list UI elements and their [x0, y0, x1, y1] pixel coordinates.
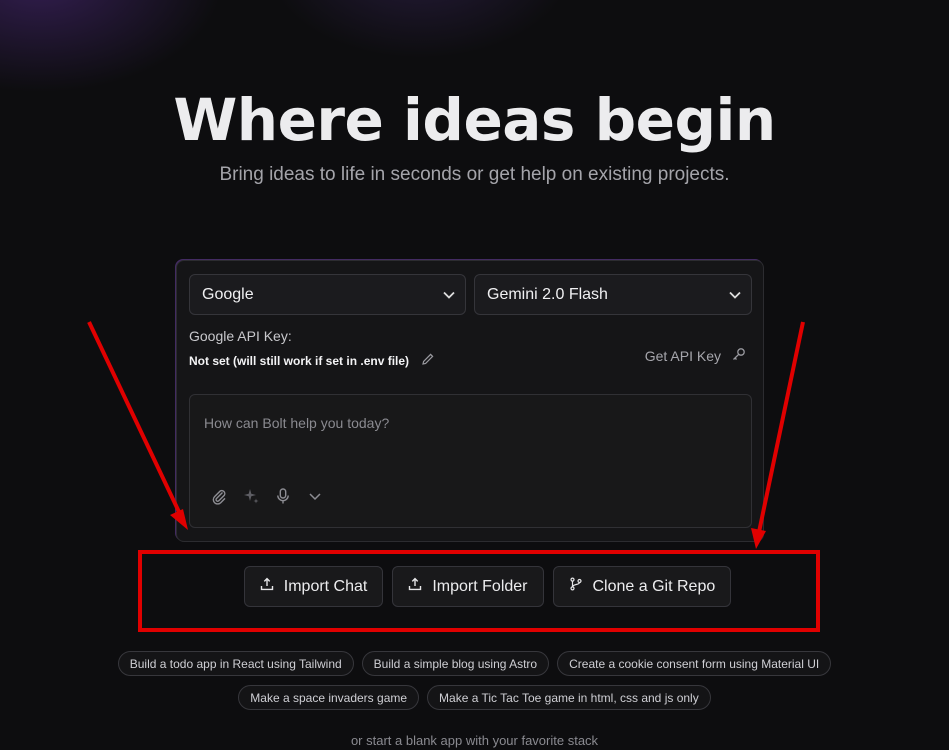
suggestion-chip[interactable]: Make a Tic Tac Toe game in html, css and… — [427, 685, 711, 710]
chevron-down-icon — [729, 288, 741, 302]
suggestion-chip[interactable]: Make a space invaders game — [238, 685, 420, 710]
api-key-status-row: Not set (will still work if set in .env … — [189, 352, 435, 369]
annotation-arrow-left — [87, 321, 188, 530]
prompt-toolbar — [210, 487, 324, 505]
page-title: Where ideas begin — [173, 86, 776, 154]
chat-config-card: Google Gemini 2.0 Flash Google API Key: … — [176, 260, 764, 542]
provider-select-value: Google — [202, 285, 254, 303]
prompt-input[interactable] — [204, 411, 734, 435]
paperclip-icon[interactable] — [210, 487, 228, 505]
chevron-down-icon — [443, 288, 455, 302]
prompt-box — [189, 394, 752, 528]
suggestion-row: Make a space invaders game Make a Tic Ta… — [0, 685, 949, 710]
provider-select[interactable]: Google — [189, 274, 466, 315]
suggestion-chip[interactable]: Build a simple blog using Astro — [361, 651, 550, 676]
suggestion-row: Build a todo app in React using Tailwind… — [0, 651, 949, 676]
model-select[interactable]: Gemini 2.0 Flash — [474, 274, 752, 315]
api-key-label: Google API Key: — [189, 328, 292, 344]
key-icon — [731, 346, 747, 365]
get-api-key-link[interactable]: Get API Key — [645, 346, 747, 365]
suggestion-chip[interactable]: Build a todo app in React using Tailwind — [117, 651, 354, 676]
sparkles-icon[interactable] — [242, 487, 260, 505]
app-page: Where ideas begin Bring ideas to life in… — [0, 0, 949, 750]
blank-app-hint: or start a blank app with your favorite … — [350, 733, 599, 748]
microphone-icon[interactable] — [274, 487, 292, 505]
suggestion-chips: Build a todo app in React using Tailwind… — [0, 651, 949, 719]
model-select-value: Gemini 2.0 Flash — [487, 285, 608, 303]
annotation-highlight-box — [138, 550, 820, 632]
api-key-status: Not set (will still work if set in .env … — [189, 353, 410, 368]
suggestion-chip[interactable]: Create a cookie consent form using Mater… — [557, 651, 832, 676]
chevron-down-icon[interactable] — [306, 487, 324, 505]
get-api-key-label: Get API Key — [644, 347, 721, 364]
edit-pencil-icon[interactable] — [421, 352, 435, 369]
page-subtitle: Bring ideas to life in seconds or get he… — [219, 164, 730, 185]
